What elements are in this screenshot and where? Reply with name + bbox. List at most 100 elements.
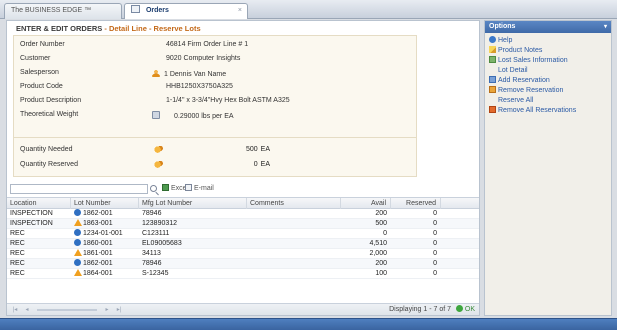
- warning-icon: [74, 269, 82, 276]
- excel-icon: [162, 184, 169, 191]
- info-icon: [74, 229, 81, 236]
- quantity-reserved-label: Quantity Reserved: [20, 161, 78, 168]
- app-window: The BUSINESS EDGE ™ Orders × ENTER & EDI…: [0, 0, 617, 330]
- main-panel: ENTER & EDIT ORDERS - Detail Line - Rese…: [6, 20, 480, 316]
- cell-reserved: 0: [433, 260, 437, 267]
- cell-reserved: 0: [433, 230, 437, 237]
- option-item[interactable]: Help: [485, 36, 611, 46]
- quantity-needed-unit: EA: [260, 146, 270, 153]
- order-number-label: Order Number: [20, 41, 65, 48]
- lot-number-text: 1863-001: [83, 220, 113, 227]
- options-list: Help Product Notes Lost Sales Information L…: [485, 33, 611, 116]
- option-label: Product Notes: [498, 47, 543, 54]
- warning-icon: [74, 249, 82, 256]
- header-lot-number[interactable]: Lot Number: [71, 198, 139, 209]
- salesperson-text: 1 Dennis Van Name: [164, 71, 227, 78]
- table-row[interactable]: REC 1234-01-001 C123111 0 0: [7, 229, 479, 239]
- option-label: Help: [498, 37, 513, 44]
- email-button[interactable]: E-mail: [185, 184, 214, 194]
- last-page-icon[interactable]: ▸|: [115, 306, 123, 314]
- cell-lot-number: 1234-01-001: [71, 229, 139, 239]
- cell-lot-number: 1864-001: [71, 269, 139, 279]
- cell-comments: [247, 269, 341, 279]
- subtitle-text: - Detail Line - Reserve Lots: [104, 24, 201, 33]
- cell-reserved: 0: [433, 250, 437, 257]
- lot-number-text: 1864-001: [83, 270, 113, 277]
- cell-reserved: 0: [433, 240, 437, 247]
- header-avail[interactable]: Avail: [341, 198, 391, 209]
- paging-info: Displaying 1 - 7 of 7: [389, 306, 451, 313]
- cell-reserved: 0: [433, 270, 437, 277]
- header-mfg-lot-number[interactable]: Mfg Lot Number: [139, 198, 247, 209]
- product-code-label: Product Code: [20, 83, 63, 90]
- option-item[interactable]: Reserve All: [485, 96, 611, 106]
- cell-comments: [247, 209, 341, 219]
- cell-comments: [247, 239, 341, 249]
- status-bar: [0, 318, 617, 330]
- customer-value: 9020 Computer Insights: [166, 55, 241, 62]
- quantity-reserved-unit: EA: [260, 161, 270, 168]
- tab-business-edge[interactable]: The BUSINESS EDGE ™: [4, 3, 122, 19]
- person-icon: [152, 69, 160, 77]
- scale-icon: [152, 111, 160, 119]
- lot-number-text: 1234-01-001: [83, 230, 123, 237]
- options-menu-icon[interactable]: ▾: [604, 21, 607, 33]
- table-row[interactable]: REC 1862-001 78946 200 0: [7, 259, 479, 269]
- search-icon[interactable]: [150, 185, 157, 192]
- table-row[interactable]: REC 1864-001 S-12345 100 0: [7, 269, 479, 279]
- option-item[interactable]: Remove Reservation: [485, 86, 611, 96]
- prev-page-icon[interactable]: ◂: [23, 306, 31, 314]
- email-label: E-mail: [194, 185, 214, 192]
- option-item[interactable]: Add Reservation: [485, 76, 611, 86]
- option-label: Reserve All: [498, 97, 534, 104]
- table-row[interactable]: REC 1860-001 EL09005683 4,510 0: [7, 239, 479, 249]
- next-page-icon[interactable]: ▸: [103, 306, 111, 314]
- grid-header: Location Lot Number Mfg Lot Number Comme…: [7, 198, 479, 209]
- salesperson-row: Salesperson 1 Dennis Van Name: [20, 69, 416, 79]
- header-reserved[interactable]: Reserved: [391, 198, 441, 209]
- table-row[interactable]: REC 1861-001 34113 2,000 0: [7, 249, 479, 259]
- title-text: ENTER & EDIT ORDERS: [16, 24, 103, 33]
- ok-button[interactable]: OK: [455, 305, 475, 313]
- cell-location: REC: [10, 230, 25, 237]
- option-item[interactable]: Remove All Reservations: [485, 106, 611, 116]
- product-description-label: Product Description: [20, 97, 82, 104]
- cell-mfg-lot-number: S-12345: [142, 270, 169, 277]
- tab-label: The BUSINESS EDGE ™: [11, 7, 92, 14]
- paging-bar: |◂ ◂ ▸ ▸| Displaying 1 - 7 of 7 OK: [7, 303, 479, 315]
- table-row[interactable]: INSPECTION 1863-001 123890312 500 0: [7, 219, 479, 229]
- quantity-section: Quantity Needed 500 EA Quantity Reserved …: [13, 137, 417, 177]
- header-comments[interactable]: Comments: [247, 198, 341, 209]
- cell-location: REC: [10, 240, 25, 247]
- first-page-icon[interactable]: |◂: [11, 306, 19, 314]
- cell-location: INSPECTION: [10, 210, 53, 217]
- tab-orders[interactable]: Orders ×: [124, 3, 248, 19]
- cell-avail: 0: [383, 230, 387, 237]
- cell-comments: [247, 249, 341, 259]
- cell-avail: 500: [375, 220, 387, 227]
- customer-row: Customer 9020 Computer Insights: [20, 55, 416, 65]
- theoretical-weight-text: 0.29000 lbs per EA: [174, 113, 234, 120]
- page-slider[interactable]: [37, 309, 97, 311]
- header-location[interactable]: Location: [7, 198, 71, 209]
- cell-avail: 2,000: [369, 250, 387, 257]
- cell-lot-number: 1861-001: [71, 249, 139, 259]
- cell-avail: 100: [375, 270, 387, 277]
- search-input[interactable]: [10, 184, 148, 194]
- theoretical-weight-value: 0.29000 lbs per EA: [152, 111, 234, 120]
- cell-avail: 4,510: [369, 240, 387, 247]
- quantity-reserved-number: 0: [253, 161, 258, 168]
- option-item[interactable]: Lot Detail: [485, 66, 611, 76]
- info-icon: [74, 209, 81, 216]
- email-icon: [185, 184, 192, 191]
- options-header: Options ▾: [485, 21, 611, 33]
- option-item[interactable]: Lost Sales Information: [485, 56, 611, 66]
- table-row[interactable]: INSPECTION 1862-001 78946 200 0: [7, 209, 479, 219]
- quantity-needed-label: Quantity Needed: [20, 146, 73, 153]
- tab-label: Orders: [145, 7, 169, 14]
- option-item[interactable]: Product Notes: [485, 46, 611, 56]
- note-icon: [489, 46, 496, 53]
- close-tab-icon[interactable]: ×: [238, 4, 242, 18]
- info-icon: [74, 259, 81, 266]
- cell-location: REC: [10, 270, 25, 277]
